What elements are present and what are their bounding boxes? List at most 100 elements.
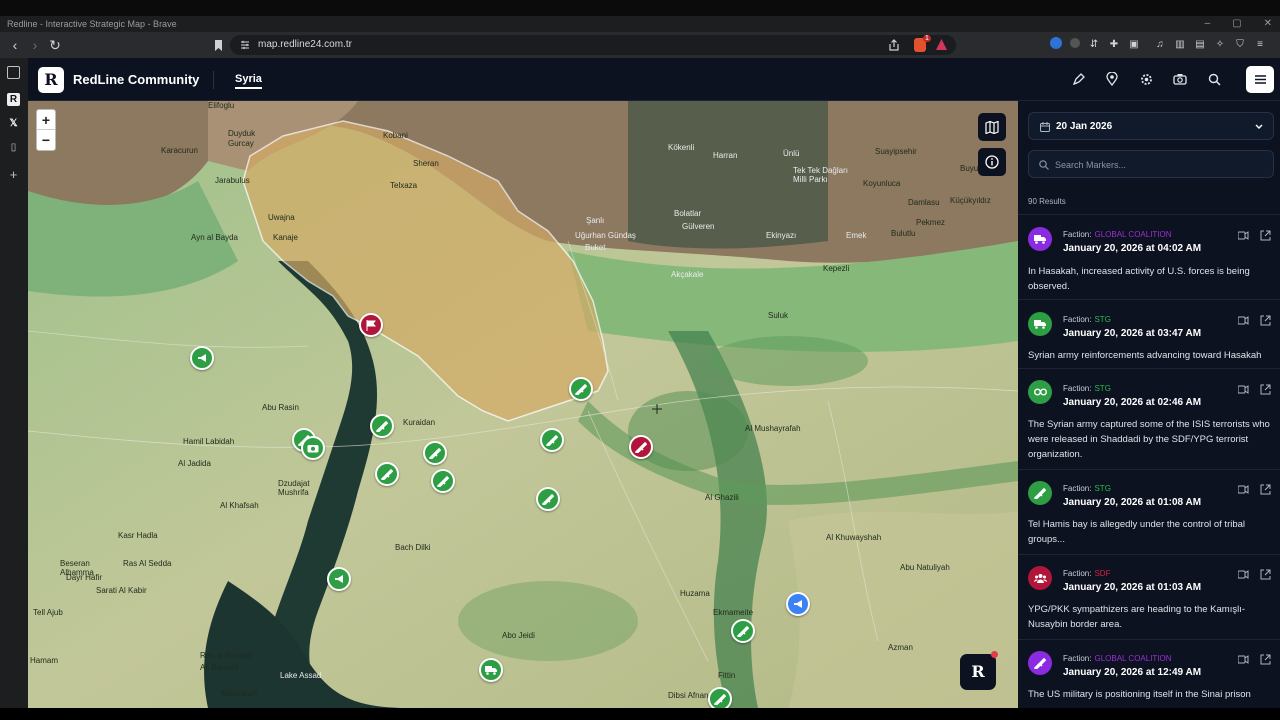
blue-megaphone-marker[interactable]	[786, 592, 810, 616]
faction-value: STG	[1094, 315, 1111, 324]
map-label: Al Khuwayshah	[826, 533, 882, 542]
external-link-icon[interactable]	[1260, 384, 1271, 395]
stg-megaphone-marker[interactable]	[327, 567, 351, 591]
extensions-puzzle-icon[interactable]: ✚	[1108, 37, 1120, 51]
redline-tab-icon[interactable]: R	[7, 93, 20, 106]
share-icon[interactable]	[888, 39, 900, 51]
browser-toolbar: ‹ › ↻ map.redline24.com.tr 1 ⇵ ✚ ▣ ♫ ▥ ▤…	[0, 32, 1280, 58]
video-icon[interactable]	[1238, 315, 1249, 326]
settings-gear-icon[interactable]	[1136, 68, 1156, 90]
stg-camera-marker[interactable]	[301, 436, 325, 460]
hamburger-icon	[1254, 75, 1266, 84]
close-icon[interactable]: ✕	[1264, 16, 1272, 32]
redline-logo[interactable]: R	[38, 67, 64, 93]
extension-2-icon[interactable]	[1070, 38, 1080, 48]
video-icon[interactable]	[1238, 384, 1249, 395]
faction-label: Faction:	[1063, 569, 1092, 578]
add-panel-icon[interactable]: +	[7, 168, 20, 181]
map-label: Sheran	[413, 159, 439, 168]
map-label: Dzudajat Mushrifa	[278, 479, 310, 497]
zoom-in-button[interactable]: +	[37, 110, 55, 130]
map-label: Akçakale	[671, 270, 704, 279]
tab-syria[interactable]: Syria	[235, 73, 262, 89]
forward-icon[interactable]: ›	[25, 35, 45, 55]
video-icon[interactable]	[1238, 569, 1249, 580]
leo-icon[interactable]: ✧	[1214, 37, 1226, 51]
x-twitter-icon[interactable]: 𝕏	[7, 117, 20, 130]
search-markers-input[interactable]	[1055, 154, 1265, 176]
map-label: Pekmez	[916, 218, 945, 227]
external-link-icon[interactable]	[1260, 654, 1271, 665]
faction-label: Faction:	[1063, 654, 1092, 663]
video-icon[interactable]	[1238, 654, 1249, 665]
sidebar-toggle-icon[interactable]: ▥	[1174, 37, 1186, 51]
map-label: Dayr Hafir	[66, 573, 103, 582]
stg-rifle-marker[interactable]	[731, 619, 755, 643]
stg-rifle-marker[interactable]	[423, 441, 447, 465]
info-button[interactable]	[978, 148, 1006, 176]
zoom-control: + −	[36, 109, 56, 151]
map-label: Bach Dilki	[395, 543, 431, 552]
interactive-map[interactable]: Elifoglu Duyduk Gurcay Karacurun Kobani …	[28, 101, 1018, 708]
address-bar[interactable]: map.redline24.com.tr 1	[230, 35, 956, 55]
stg-rifle-marker[interactable]	[708, 687, 732, 708]
location-pin-icon[interactable]	[1102, 68, 1122, 90]
sidebar-panel-icon[interactable]	[7, 66, 20, 79]
stg-rifle-marker[interactable]	[569, 377, 593, 401]
stg-rifle-marker[interactable]	[375, 462, 399, 486]
maximize-icon[interactable]: ▢	[1232, 16, 1241, 32]
hamburger-menu-button[interactable]	[1246, 66, 1274, 93]
extension-1-icon[interactable]	[1050, 37, 1062, 49]
map-layers-button[interactable]	[978, 113, 1006, 141]
extension-3-icon[interactable]: ⇵	[1088, 37, 1100, 51]
draw-pen-icon[interactable]	[1068, 68, 1088, 90]
video-icon[interactable]	[1238, 484, 1249, 495]
stg-rifle-marker[interactable]	[370, 414, 394, 438]
date-selector[interactable]: 20 Jan 2026	[1028, 112, 1274, 140]
music-icon[interactable]: ♫	[1154, 37, 1166, 51]
external-link-icon[interactable]	[1260, 230, 1271, 241]
stg-truck-marker[interactable]	[479, 658, 503, 682]
marker-list-item[interactable]: Faction: STG January 20, 2026 at 01:08 AM…	[1018, 469, 1280, 553]
search-icon[interactable]	[1204, 68, 1224, 90]
zoom-out-button[interactable]: −	[37, 130, 55, 150]
marker-list-item[interactable]: Faction: GLOBAL COALITION January 20, 202…	[1018, 214, 1280, 298]
bookmark-icon[interactable]	[208, 35, 228, 55]
external-link-icon[interactable]	[1260, 569, 1271, 580]
site-settings-icon[interactable]	[239, 39, 251, 51]
map-label: Tek Tek Dağları Milli Parkı	[793, 166, 848, 184]
header-divider	[213, 71, 214, 89]
brave-rewards-icon[interactable]	[936, 39, 947, 50]
camera-icon[interactable]	[1170, 68, 1190, 90]
marker-list-item[interactable]: Faction: STG January 20, 2026 at 02:46 AM…	[1018, 368, 1280, 468]
stg-megaphone-marker[interactable]	[190, 346, 214, 370]
external-link-icon[interactable]	[1260, 484, 1271, 495]
map-label: Koyunluca	[863, 179, 901, 188]
vpn-icon[interactable]: ⛉	[1234, 37, 1246, 51]
sdf-flag-marker[interactable]	[359, 313, 383, 337]
marker-list-item[interactable]: Faction: STG January 20, 2026 at 03:47 AM…	[1018, 299, 1280, 367]
marker-search[interactable]	[1028, 150, 1274, 178]
map-label: Bulutlu	[891, 229, 916, 238]
video-icon[interactable]	[1238, 230, 1249, 241]
redline-floating-badge[interactable]: R	[960, 654, 996, 690]
wallet-icon[interactable]: ▤	[1194, 37, 1206, 51]
notes-icon[interactable]: ▯	[7, 141, 20, 154]
sdf-rifle-marker[interactable]	[629, 435, 653, 459]
stg-rifle-marker[interactable]	[431, 469, 455, 493]
back-icon[interactable]: ‹	[5, 35, 25, 55]
reload-icon[interactable]: ↻	[45, 35, 65, 55]
rifle-icon	[635, 441, 647, 453]
url-text[interactable]: map.redline24.com.tr	[258, 35, 352, 55]
brand-title[interactable]: RedLine Community	[73, 72, 199, 87]
stg-rifle-marker[interactable]	[540, 428, 564, 452]
external-link-icon[interactable]	[1260, 315, 1271, 326]
minimize-icon[interactable]: –	[1205, 16, 1211, 32]
marker-list-item[interactable]: Faction: GLOBAL COALITION January 20, 202…	[1018, 639, 1280, 708]
marker-list-item[interactable]: Faction: SDF January 20, 2026 at 01:03 AM…	[1018, 554, 1280, 638]
menu-icon[interactable]: ≡	[1254, 37, 1266, 51]
screenshot-icon[interactable]: ▣	[1128, 37, 1140, 51]
map-label: Kuraidan	[403, 418, 436, 427]
rifle-icon	[575, 383, 587, 395]
stg-rifle-marker[interactable]	[536, 487, 560, 511]
